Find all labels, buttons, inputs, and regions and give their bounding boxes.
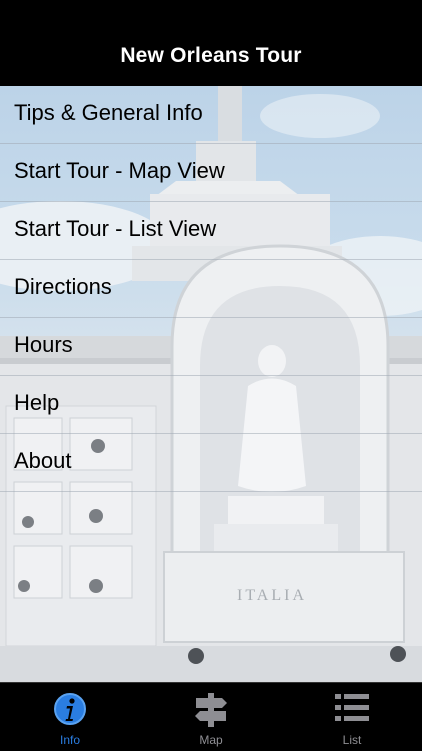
menu-item-label: Start Tour - Map View: [14, 158, 225, 183]
list-icon: [335, 694, 369, 721]
menu-item-label: Hours: [14, 332, 73, 357]
menu-item-hours[interactable]: Hours: [0, 318, 422, 376]
menu-item-label: Start Tour - List View: [14, 216, 217, 241]
menu-item-help[interactable]: Help: [0, 376, 422, 434]
inscription-text: ITALIA: [237, 587, 307, 604]
menu-item-label: About: [14, 448, 72, 473]
tab-list[interactable]: List: [282, 683, 422, 751]
navigation-bar: New Orleans Tour: [0, 0, 422, 86]
content-area: ITALIA Tips & General Info Start Tour - …: [0, 86, 422, 682]
main-menu: Tips & General Info Start Tour - Map Vie…: [0, 86, 422, 492]
page-title: New Orleans Tour: [120, 44, 302, 67]
signpost-icon: [195, 693, 227, 727]
menu-item-start-tour-map-view[interactable]: Start Tour - Map View: [0, 144, 422, 202]
menu-item-label: Help: [14, 390, 60, 415]
menu-item-directions[interactable]: Directions: [0, 260, 422, 318]
tab-label: Map: [199, 733, 223, 747]
tab-bar: Info Map List: [0, 682, 422, 750]
tab-label: Info: [59, 733, 80, 747]
menu-item-start-tour-list-view[interactable]: Start Tour - List View: [0, 202, 422, 260]
tab-info[interactable]: Info: [0, 683, 140, 751]
menu-item-tips-general-info[interactable]: Tips & General Info: [0, 86, 422, 144]
menu-item-about[interactable]: About: [0, 434, 422, 492]
menu-item-label: Tips & General Info: [14, 100, 203, 125]
tab-map[interactable]: Map: [141, 683, 281, 751]
menu-item-label: Directions: [14, 274, 112, 299]
info-icon: [54, 693, 86, 725]
tab-label: List: [342, 733, 362, 747]
